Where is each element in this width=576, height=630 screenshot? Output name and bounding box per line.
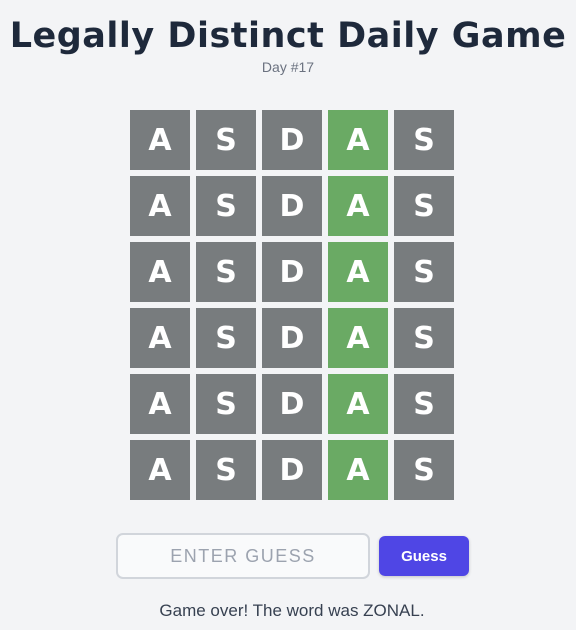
letter-tile: S (394, 176, 454, 236)
letter-tile: S (196, 308, 256, 368)
letter-tile: A (130, 374, 190, 434)
guess-input[interactable] (116, 533, 370, 579)
letter-tile: S (196, 242, 256, 302)
letter-tile: S (394, 308, 454, 368)
letter-tile: D (262, 176, 322, 236)
letter-tile: S (196, 110, 256, 170)
letter-tile: S (394, 374, 454, 434)
board-row: ASDAS (130, 110, 454, 170)
letter-tile: S (394, 110, 454, 170)
letter-tile: D (262, 374, 322, 434)
board-row: ASDAS (130, 176, 454, 236)
letter-tile: D (262, 110, 322, 170)
letter-tile: S (394, 242, 454, 302)
status-message: Game over! The word was ZONAL. (159, 601, 425, 620)
letter-tile: A (328, 308, 388, 368)
letter-tile: S (394, 440, 454, 500)
letter-tile: A (328, 440, 388, 500)
letter-tile: A (130, 308, 190, 368)
letter-tile: A (130, 242, 190, 302)
letter-tile: A (130, 440, 190, 500)
board-row: ASDAS (130, 374, 454, 434)
page-title: Legally Distinct Daily Game (9, 16, 567, 56)
letter-tile: D (262, 308, 322, 368)
letter-tile: S (196, 440, 256, 500)
guess-button[interactable]: Guess (379, 536, 469, 576)
board-row: ASDAS (130, 440, 454, 500)
letter-tile: A (328, 110, 388, 170)
letter-tile: A (130, 110, 190, 170)
letter-tile: A (328, 176, 388, 236)
letter-tile: A (130, 176, 190, 236)
letter-tile: A (328, 242, 388, 302)
game-page: Legally Distinct Daily Game Day #17 ASDA… (0, 0, 576, 630)
board-row: ASDAS (130, 242, 454, 302)
letter-tile: D (262, 440, 322, 500)
letter-tile: A (328, 374, 388, 434)
letter-tile: S (196, 176, 256, 236)
game-board: ASDASASDASASDASASDASASDASASDAS (130, 110, 454, 506)
letter-tile: S (196, 374, 256, 434)
board-row: ASDAS (130, 308, 454, 368)
day-label: Day #17 (261, 59, 315, 75)
letter-tile: D (262, 242, 322, 302)
